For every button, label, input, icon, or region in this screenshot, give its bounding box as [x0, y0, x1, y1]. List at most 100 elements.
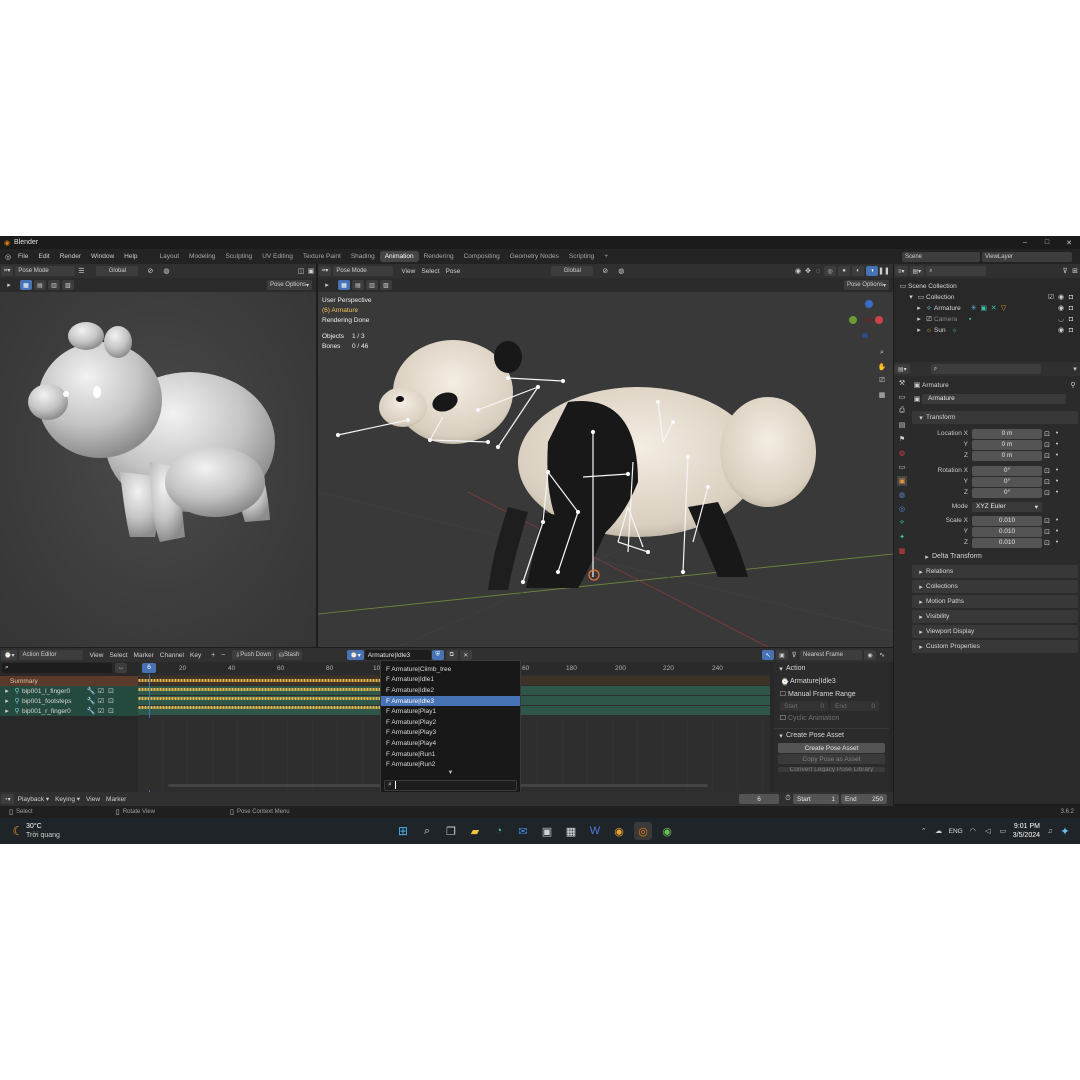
menu-render[interactable]: Render: [55, 253, 86, 260]
channel-filter-swap-icon[interactable]: ↔: [115, 663, 127, 673]
maximize-icon[interactable]: □: [1036, 238, 1058, 248]
layer-up-icon[interactable]: +: [208, 650, 218, 660]
menu-window[interactable]: Window: [86, 253, 119, 260]
shading-material-icon[interactable]: ◐: [852, 266, 864, 276]
checkbox-icon[interactable]: ☐: [778, 713, 788, 723]
curve-icon[interactable]: ∿: [877, 650, 887, 660]
tab-uv-editing[interactable]: UV Editing: [257, 251, 298, 262]
data-tab-icon[interactable]: ✦: [897, 532, 907, 542]
snap-icon[interactable]: ⊘: [145, 266, 155, 276]
proportional-icon[interactable]: ◍: [161, 266, 171, 276]
visibility-icon[interactable]: ◉: [793, 266, 803, 276]
store-icon[interactable]: ▣: [538, 822, 556, 840]
eye-icon[interactable]: ◉: [1056, 293, 1066, 303]
render-tab-icon[interactable]: ▭: [897, 392, 907, 402]
main-mode-select[interactable]: Pose Mode: [333, 266, 394, 276]
main-select-mode-icon[interactable]: ▦: [338, 280, 350, 290]
camera-view-icon[interactable]: ⎚: [877, 376, 887, 386]
main-menu-pose[interactable]: Pose: [442, 268, 463, 275]
range-start-field[interactable]: Start 0: [780, 701, 828, 711]
clock[interactable]: 9:01 PM 3/5/2024: [1013, 822, 1040, 840]
stash-button[interactable]: ⛁ Stash: [275, 650, 303, 660]
menu-edit[interactable]: Edit: [33, 253, 54, 260]
select-extend-icon[interactable]: ▤: [34, 280, 46, 290]
bone-tab-icon[interactable]: ▩: [897, 546, 907, 556]
shading-solid-icon[interactable]: ●: [838, 266, 850, 276]
checkbox-icon[interactable]: ☑: [96, 686, 106, 696]
outliner-type-button[interactable]: ≡▾: [895, 266, 908, 276]
create-pose-asset-button[interactable]: Create Pose Asset: [778, 743, 885, 753]
scale-x-field[interactable]: 0.010: [972, 515, 1042, 526]
pin-icon[interactable]: ⚲: [1068, 380, 1078, 390]
timeline-current-frame[interactable]: 6: [739, 794, 779, 804]
timeline-menu-keying[interactable]: Keying ▾: [52, 795, 83, 803]
expand-chevron-icon[interactable]: ▸: [914, 304, 924, 314]
word-icon[interactable]: W: [586, 822, 604, 840]
action-editor-mode-select[interactable]: Action Editor: [19, 650, 84, 660]
lock-icon[interactable]: ⊡: [1042, 538, 1052, 548]
manual-range-row[interactable]: ☐ Manual Frame Range: [774, 688, 889, 700]
convert-legacy-button[interactable]: Convert Legacy Pose Library: [778, 767, 885, 772]
timeline-type-button[interactable]: ◔▾: [1, 794, 14, 804]
main-overlay-icon[interactable]: ◌: [813, 266, 823, 276]
keyframe-dot-icon[interactable]: •: [1052, 440, 1062, 450]
lock-icon[interactable]: ⊡: [1042, 440, 1052, 450]
constraint-tab-icon[interactable]: ⟡: [897, 518, 907, 528]
left-viewport[interactable]: [0, 292, 316, 647]
tab-modeling[interactable]: Modeling: [184, 251, 220, 262]
expand-chevron-icon[interactable]: ▸: [2, 706, 12, 716]
weather-widget[interactable]: ☾ 30°C Trời quang: [10, 822, 60, 840]
main-menu-select[interactable]: Select: [418, 268, 442, 275]
expand-chevron-icon[interactable]: ▸: [914, 315, 924, 325]
outlook-icon[interactable]: ✉: [514, 822, 532, 840]
action-item-play3[interactable]: F Armature|Play3: [381, 728, 520, 739]
unlink-action-icon[interactable]: ✕: [459, 650, 472, 660]
tab-animation[interactable]: Animation: [379, 251, 419, 262]
action-section-header[interactable]: ▾ Action: [774, 662, 889, 675]
fake-user-shield-icon[interactable]: ⛨: [431, 650, 444, 660]
action-item-climb-tree[interactable]: F Armature|Climb_tree: [381, 664, 520, 675]
blender-menu-icon[interactable]: ◎: [3, 252, 13, 262]
keyframe-dot-icon[interactable]: •: [1052, 477, 1062, 487]
new-collection-icon[interactable]: ⊞: [1070, 266, 1080, 276]
tab-rendering[interactable]: Rendering: [419, 251, 459, 262]
range-end-field[interactable]: End 0: [831, 701, 879, 711]
lock-icon[interactable]: ⊡: [1042, 516, 1052, 526]
menu-help[interactable]: Help: [119, 253, 142, 260]
outliner-item-armature[interactable]: ▸ ⟡ Armature ✳ ▣ ✕ ▽ ◉ ◘: [898, 303, 1076, 314]
minimize-icon[interactable]: –: [1014, 238, 1036, 248]
main-play-icon[interactable]: ▸: [322, 280, 332, 290]
copy-pose-asset-button[interactable]: Copy Pose as Asset: [778, 754, 885, 764]
hamburger-icon[interactable]: ☰: [76, 266, 86, 276]
ae-menu-select[interactable]: Select: [106, 652, 130, 659]
main-select-invert-icon[interactable]: ▧: [380, 280, 392, 290]
play-icon[interactable]: ▸: [4, 280, 14, 290]
action-item-run2[interactable]: F Armature|Run2: [381, 759, 520, 770]
menu-file[interactable]: File: [13, 253, 33, 260]
relations-panel-header[interactable]: ▸ Relations: [912, 565, 1078, 578]
modifier-tab-icon[interactable]: ◍: [897, 490, 907, 500]
tab-texture-paint[interactable]: Texture Paint: [298, 251, 346, 262]
task-view-icon[interactable]: ❐: [442, 822, 460, 840]
left-mode-select[interactable]: Pose Mode: [15, 266, 76, 276]
collections-panel-header[interactable]: ▸ Collections: [912, 580, 1078, 593]
outliner-search-input[interactable]: ⌕: [926, 266, 987, 276]
filter-icon[interactable]: ⊽: [1060, 266, 1070, 276]
rotation-x-field[interactable]: 0°: [972, 465, 1042, 476]
wrench-icon[interactable]: 🔧: [86, 706, 96, 716]
main-editor-type-button[interactable]: ⌗▾: [319, 266, 332, 276]
keyframe-dot-icon[interactable]: •: [1052, 451, 1062, 461]
channel-row[interactable]: ▸ ⚲ bip001_footsteps 🔧 ☑ ⊡: [0, 696, 138, 706]
timeline-menu-playback[interactable]: Playback ▾: [15, 795, 52, 803]
tab-shading[interactable]: Shading: [346, 251, 380, 262]
editor-type-button[interactable]: ⌗▾: [1, 266, 14, 276]
main-menu-view[interactable]: View: [398, 268, 418, 275]
rotation-z-field[interactable]: 0°: [972, 487, 1042, 498]
expand-chevron-icon[interactable]: ▸: [2, 696, 12, 706]
push-down-button[interactable]: ⇩ Push Down: [232, 650, 274, 660]
action-item-play4[interactable]: F Armature|Play4: [381, 738, 520, 749]
tab-scripting[interactable]: Scripting: [564, 251, 599, 262]
expand-chevron-icon[interactable]: ▸: [2, 686, 12, 696]
ae-menu-marker[interactable]: Marker: [131, 652, 157, 659]
action-editor-type-button[interactable]: ⌚▾: [1, 650, 18, 660]
